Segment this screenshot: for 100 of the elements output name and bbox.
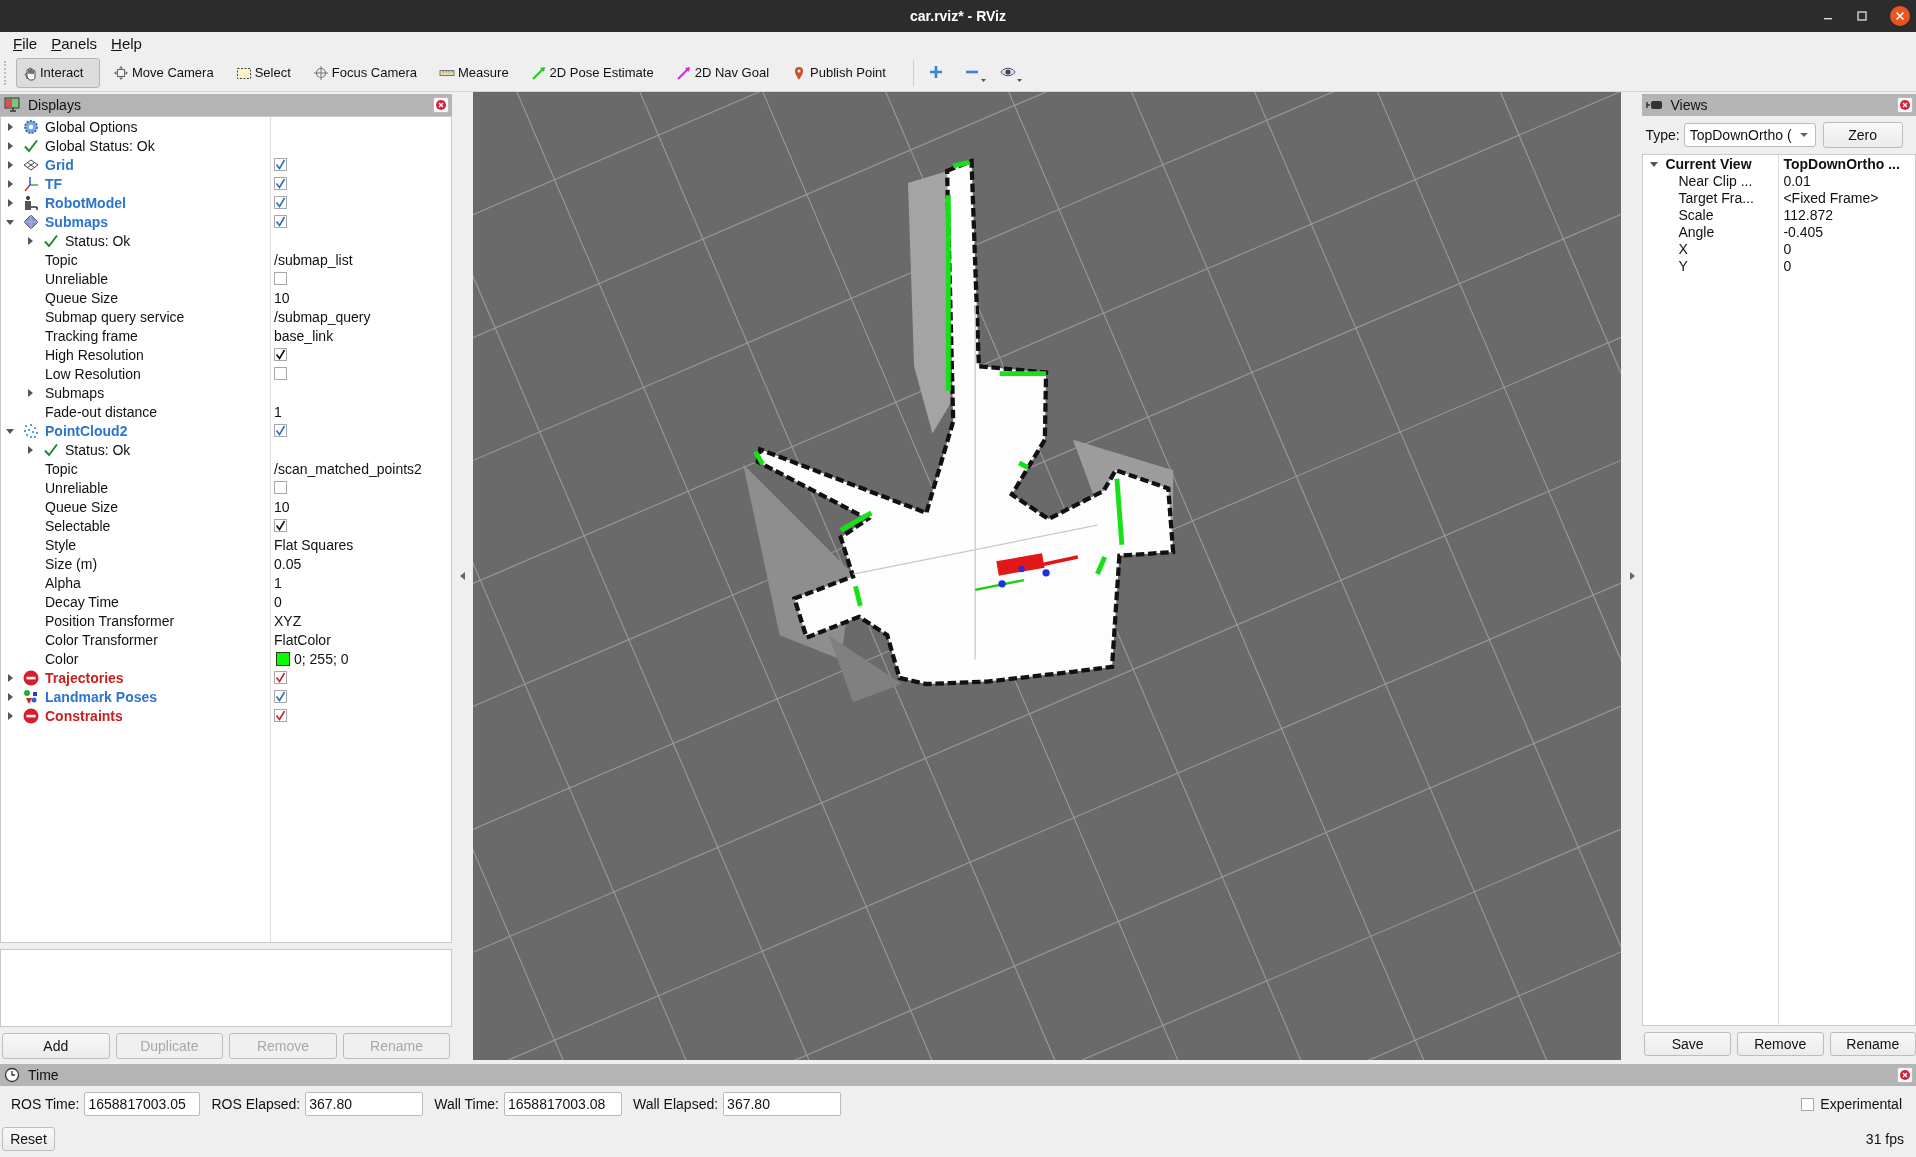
display-name: PointCloud2	[45, 422, 128, 439]
view-type-dropdown[interactable]: TopDownOrtho (	[1683, 123, 1816, 147]
color-swatch[interactable]	[276, 651, 290, 666]
checkbox[interactable]	[274, 177, 287, 190]
time-field[interactable]: 1658817003.05	[84, 1092, 201, 1116]
panel-button[interactable]: Save	[1644, 1032, 1731, 1056]
panel-button[interactable]: Remove	[1736, 1032, 1824, 1056]
maximize-icon[interactable]	[1856, 10, 1868, 22]
property-value: /submap_query	[274, 308, 371, 325]
property-name: Queue Size	[45, 498, 119, 515]
property-name: Near Clip ...	[1678, 172, 1753, 189]
panel-button[interactable]: Add	[2, 1033, 110, 1059]
property-value: base_link	[274, 327, 334, 344]
check-icon	[43, 441, 59, 458]
checkbox[interactable]	[274, 709, 287, 722]
checkbox[interactable]	[274, 690, 287, 703]
expand-arrow-icon[interactable]	[5, 140, 15, 151]
property-name: Current View	[1665, 155, 1752, 172]
checkbox[interactable]	[274, 424, 287, 437]
checkbox[interactable]	[1801, 1097, 1815, 1111]
check-icon	[275, 520, 286, 531]
checkbox[interactable]	[274, 215, 287, 228]
error-icon	[23, 669, 39, 686]
property-name: Status: Ok	[65, 232, 131, 249]
property-name: Decay Time	[45, 593, 119, 610]
expand-arrow-icon[interactable]	[1628, 572, 1635, 580]
close-icon[interactable]	[1890, 6, 1910, 26]
monitor-icon	[4, 97, 22, 113]
tool-button[interactable]: Move Camera	[108, 57, 223, 88]
property-value: 0; 255; 0	[294, 650, 349, 667]
panel-title: Displays	[28, 97, 81, 113]
arrow-icon	[675, 64, 692, 81]
field-label: ROS Time:	[11, 1096, 80, 1112]
property-name: Color	[45, 650, 79, 667]
property-name: Unreliable	[45, 479, 109, 496]
panel-button[interactable]: Rename	[1829, 1032, 1916, 1056]
reset-button[interactable]: Reset	[2, 1126, 55, 1151]
menu-item[interactable]: File	[6, 34, 45, 52]
display-name: Constraints	[45, 707, 123, 724]
property-value: 10	[274, 289, 290, 306]
menu-item[interactable]: Help	[104, 34, 149, 52]
expand-arrow-icon[interactable]	[5, 159, 15, 170]
checkbox[interactable]	[274, 196, 287, 209]
checkbox[interactable]	[274, 272, 287, 285]
checkbox[interactable]	[274, 348, 287, 361]
property-value: 1	[274, 403, 282, 420]
tool-button[interactable]: Interact	[16, 57, 100, 88]
checkbox[interactable]	[274, 158, 287, 171]
check-icon	[275, 178, 286, 189]
expand-arrow-icon[interactable]	[25, 444, 35, 455]
property-name: Global Options	[45, 118, 138, 135]
expand-arrow-icon[interactable]	[5, 178, 15, 189]
property-name: Fade-out distance	[45, 403, 158, 420]
collapse-arrow-icon[interactable]	[459, 572, 466, 580]
tool-button[interactable]: 2D Pose Estimate	[525, 57, 663, 88]
display-name: Grid	[45, 156, 74, 173]
property-value: /submap_list	[274, 251, 353, 268]
tool-button[interactable]: 2D Nav Goal	[670, 57, 779, 88]
time-field[interactable]: 367.80	[305, 1092, 424, 1116]
property-name: Selectable	[45, 517, 111, 534]
expand-arrow-icon[interactable]	[25, 387, 35, 398]
property-value: FlatColor	[274, 631, 331, 648]
arrow-icon	[530, 64, 547, 81]
tool-button[interactable]: Measure	[434, 57, 518, 88]
zero-button[interactable]: Zero	[1822, 122, 1903, 148]
expand-arrow-icon[interactable]	[5, 710, 15, 721]
checkbox[interactable]	[274, 481, 287, 494]
tool-button[interactable]: Focus Camera	[307, 57, 427, 88]
check-icon	[275, 691, 286, 702]
expand-arrow-icon[interactable]	[5, 691, 15, 702]
property-value: 1	[274, 574, 282, 591]
property-value: /scan_matched_points2	[274, 460, 422, 477]
property-value: 0	[1783, 257, 1792, 274]
property-name: Low Resolution	[45, 365, 141, 382]
time-field[interactable]: 1658817003.08	[504, 1092, 622, 1116]
property-name: Unreliable	[45, 270, 109, 287]
display-name: Submaps	[45, 213, 108, 230]
property-name: Topic	[45, 460, 78, 477]
tool-button[interactable]: Publish Point	[786, 57, 895, 88]
property-name: Angle	[1678, 223, 1715, 240]
menu-item[interactable]: Panels	[44, 34, 105, 52]
property-value: XYZ	[274, 612, 302, 629]
checkbox[interactable]	[274, 367, 287, 380]
fps-label: 31 fps	[1865, 1130, 1904, 1147]
property-value: <Fixed Frame>	[1783, 189, 1879, 206]
property-value: TopDownOrtho ...	[1783, 155, 1900, 172]
expand-arrow-icon[interactable]	[5, 672, 15, 683]
property-value: 0	[1783, 240, 1792, 257]
checkbox[interactable]	[274, 519, 287, 532]
display-name: TF	[45, 175, 63, 192]
property-name: Y	[1678, 257, 1688, 274]
expand-arrow-icon[interactable]	[25, 235, 35, 246]
shapes-icon	[23, 688, 39, 705]
tool-button[interactable]: Select	[230, 57, 300, 88]
checkbox[interactable]	[274, 671, 287, 684]
expand-arrow-icon[interactable]	[5, 121, 15, 132]
expand-arrow-icon[interactable]	[5, 197, 15, 208]
diamond-icon	[23, 213, 39, 230]
property-name: Alpha	[45, 574, 81, 591]
time-field[interactable]: 367.80	[723, 1092, 842, 1116]
